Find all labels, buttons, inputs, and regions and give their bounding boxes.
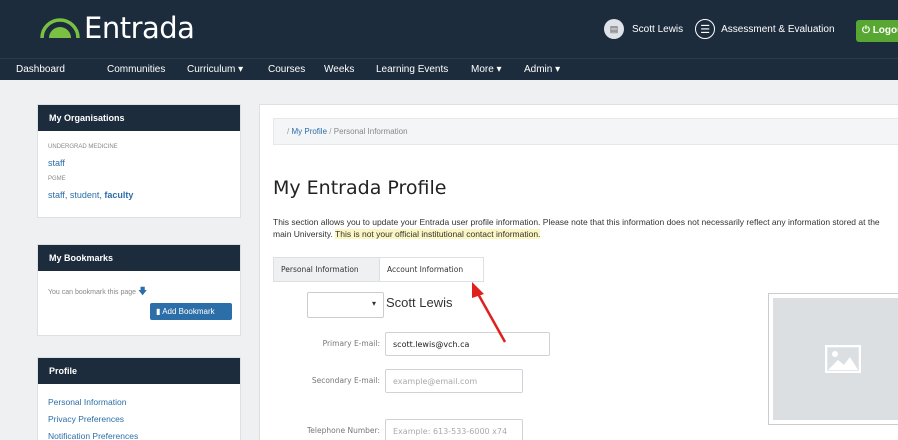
nav-weeks[interactable]: Weeks (324, 64, 354, 75)
breadcrumb-current: Personal Information (333, 127, 408, 136)
telephone-field[interactable] (385, 419, 523, 440)
profile-title: Profile (38, 358, 240, 384)
logo-arc-icon (40, 18, 80, 39)
org-category: UNDERGRAD MEDICINE (48, 144, 118, 150)
full-name: Scott Lewis (386, 295, 453, 310)
add-bookmark-label: Add Bookmark (162, 307, 215, 316)
avatar[interactable]: ▤ (604, 19, 624, 39)
nav-admin[interactable]: Admin ▾ (524, 64, 560, 75)
description-highlight: This is not your official institutional … (335, 228, 541, 239)
secondary-email-label: Secondary E-mail: (311, 376, 380, 385)
image-placeholder-icon (825, 345, 861, 373)
org-roles-link[interactable]: staff, student, faculty (48, 190, 240, 200)
organisations-panel: My Organisations UNDERGRAD MEDICINE staf… (37, 104, 241, 218)
logout-button[interactable]: ⏻ Logout (856, 20, 898, 42)
main-content: / My Profile / Personal Information My E… (259, 104, 898, 440)
org-roles-link[interactable]: staff (48, 158, 240, 168)
caret-down-icon: ▾ (371, 299, 376, 308)
app-logo[interactable]: Entrada (40, 10, 195, 46)
profile-panel: Profile Personal Information Privacy Pre… (37, 357, 241, 440)
bookmarks-title: My Bookmarks (38, 245, 240, 271)
nav-curriculum[interactable]: Curriculum ▾ (187, 64, 243, 75)
assessment-evaluation-link[interactable]: Assessment & Evaluation (721, 24, 834, 35)
user-area: ▤ Scott Lewis ☰ Assessment & Evaluation (604, 19, 835, 39)
logout-label: Logout (872, 25, 898, 36)
organisations-title: My Organisations (38, 105, 240, 131)
nav-more[interactable]: More ▾ (471, 64, 502, 75)
app-name: Entrada (84, 11, 195, 45)
nav-courses[interactable]: Courses (268, 64, 305, 75)
telephone-label: Telephone Number: (307, 426, 380, 435)
page-description: This section allows you to update your E… (273, 217, 893, 240)
breadcrumb: / My Profile / Personal Information (273, 118, 898, 145)
nav-dashboard[interactable]: Dashboard (16, 64, 65, 75)
profile-link-personal[interactable]: Personal Information (48, 397, 240, 407)
nav-learning-events[interactable]: Learning Events (376, 64, 448, 75)
org-roles-text: staff, student, (48, 190, 105, 200)
name-prefix-select[interactable]: ▾ (307, 292, 384, 318)
profile-link-privacy[interactable]: Privacy Preferences (48, 414, 240, 424)
tab-account-information[interactable]: Account Information (379, 257, 484, 282)
breadcrumb-separator: / (287, 127, 290, 136)
photo-placeholder (773, 298, 898, 420)
tab-personal-information[interactable]: Personal Information (273, 257, 380, 282)
primary-email-field[interactable] (385, 332, 550, 356)
bookmark-hint: You can bookmark this page 🡇 (48, 284, 240, 300)
profile-tabs: Personal Information Account Information (273, 257, 484, 282)
org-role-current: faculty (104, 190, 134, 200)
user-name[interactable]: Scott Lewis (632, 24, 683, 35)
nav-communities[interactable]: Communities (107, 64, 165, 75)
main-nav: Dashboard Communities Curriculum ▾ Cours… (0, 58, 898, 80)
power-icon: ⏻ (862, 25, 870, 36)
bookmarks-panel: My Bookmarks You can bookmark this page … (37, 244, 241, 336)
bookmark-hint-text: You can bookmark this page (48, 289, 137, 296)
list-circle-icon[interactable]: ☰ (695, 19, 716, 39)
profile-link-notifications[interactable]: Notification Preferences (48, 431, 240, 440)
org-category: PGME (48, 176, 66, 182)
primary-email-label: Primary E-mail: (322, 339, 380, 348)
add-bookmark-button[interactable]: ▮ Add Bookmark (150, 303, 232, 320)
profile-photo[interactable] (768, 293, 898, 425)
bookmark-icon: ▮ (156, 307, 161, 316)
breadcrumb-my-profile[interactable]: My Profile (291, 127, 327, 136)
secondary-email-field[interactable] (385, 369, 523, 393)
top-header: Entrada ▤ Scott Lewis ☰ Assessment & Eva… (0, 0, 898, 58)
arrow-down-icon: 🡇 (138, 286, 148, 296)
breadcrumb-separator: / (329, 127, 332, 136)
page-title: My Entrada Profile (273, 177, 447, 199)
